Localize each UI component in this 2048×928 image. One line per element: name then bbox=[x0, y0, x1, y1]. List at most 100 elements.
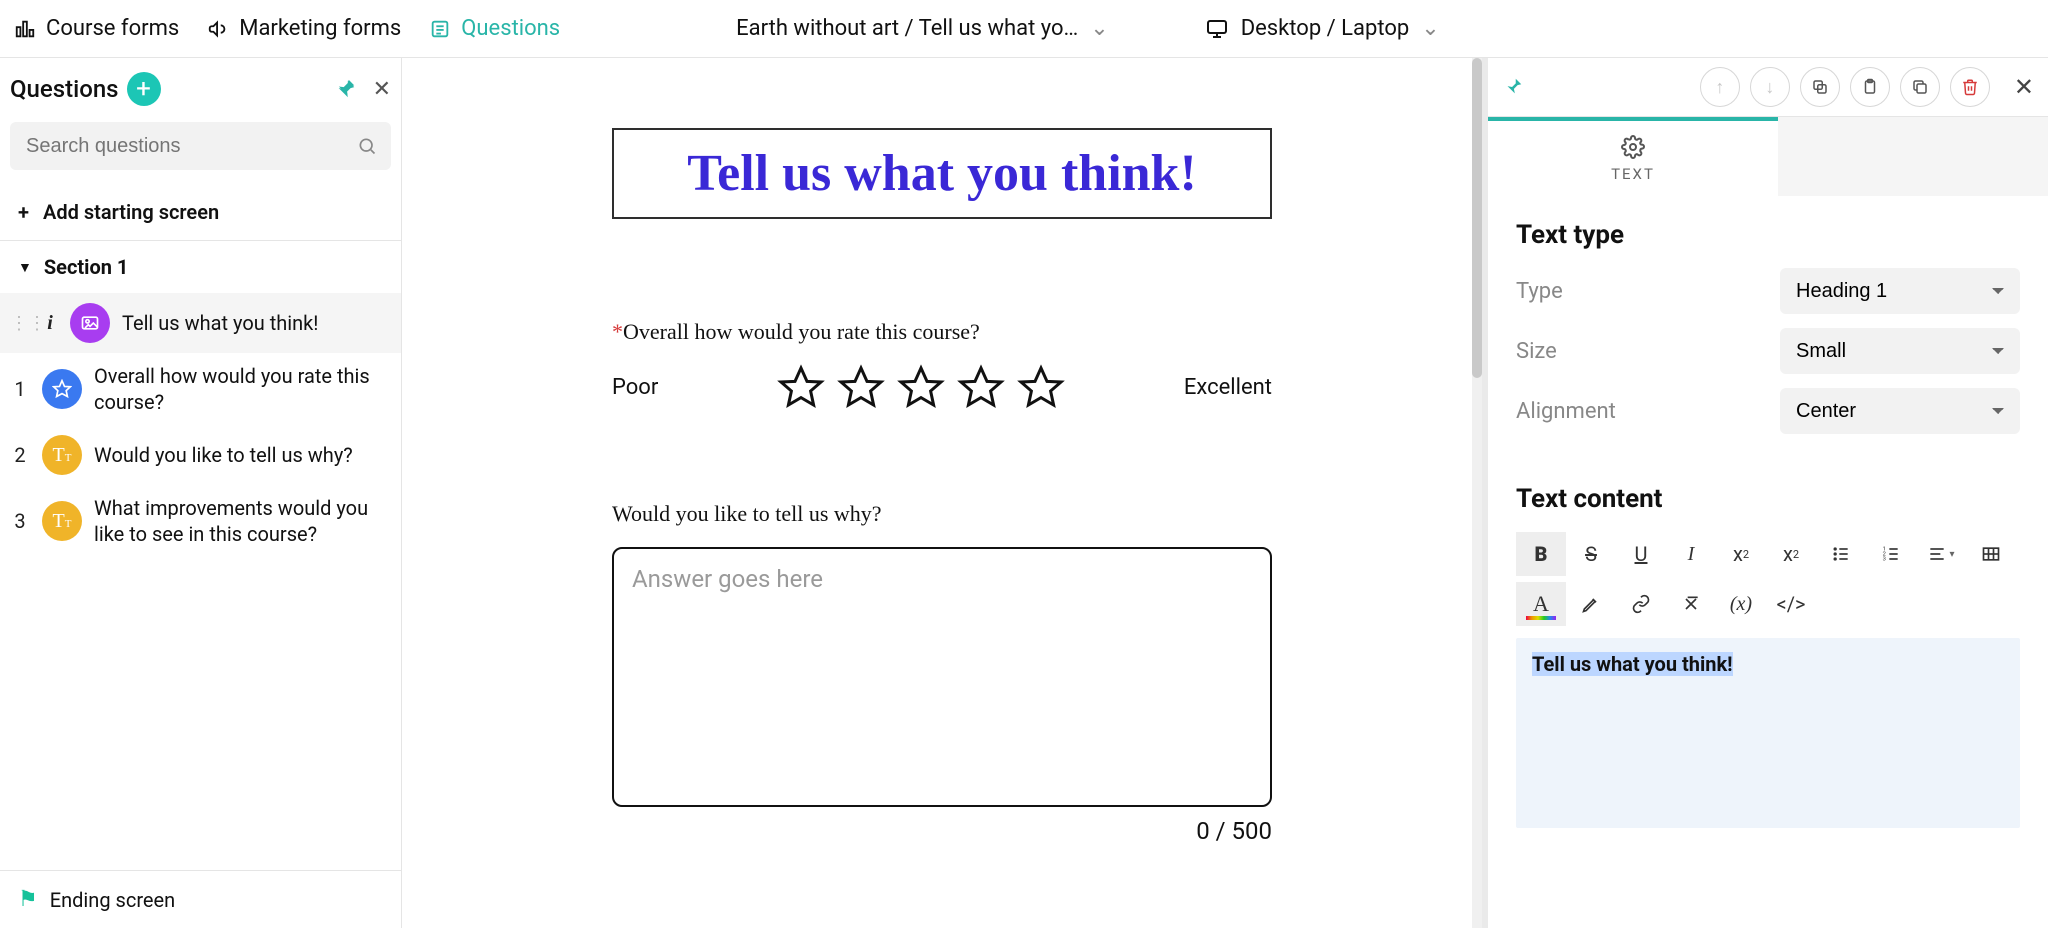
item-number: 1 bbox=[10, 377, 30, 401]
star-icon[interactable] bbox=[897, 363, 945, 411]
code-button[interactable]: </> bbox=[1766, 582, 1816, 626]
highlight-button[interactable] bbox=[1566, 582, 1616, 626]
megaphone-icon bbox=[207, 18, 229, 40]
rating-low-label: Poor bbox=[612, 375, 658, 400]
superscript-button[interactable]: x2 bbox=[1716, 532, 1766, 576]
list-item-label: Overall how would you rate this course? bbox=[94, 363, 389, 415]
star-icon[interactable] bbox=[1017, 363, 1065, 411]
item-number: 3 bbox=[10, 509, 30, 533]
list-item[interactable]: 3 TT What improvements would you like to… bbox=[0, 485, 401, 557]
triangle-down-icon: ▼ bbox=[18, 259, 32, 276]
star-rating[interactable] bbox=[777, 363, 1065, 411]
image-chip-icon bbox=[70, 303, 110, 343]
table-button[interactable] bbox=[1966, 532, 2016, 576]
add-starting-label: Add starting screen bbox=[43, 200, 219, 224]
close-icon[interactable]: ✕ bbox=[373, 77, 391, 102]
bullet-list-button[interactable] bbox=[1816, 532, 1866, 576]
number-list-button[interactable]: 123 bbox=[1866, 532, 1916, 576]
strike-button[interactable]: S bbox=[1566, 532, 1616, 576]
italic-button[interactable]: I bbox=[1666, 532, 1716, 576]
tab-blank bbox=[1778, 117, 2048, 196]
item-number: 2 bbox=[10, 443, 30, 467]
section-header[interactable]: ▼ Section 1 bbox=[0, 241, 401, 293]
align-label: Alignment bbox=[1516, 399, 1616, 424]
type-label: Type bbox=[1516, 279, 1563, 304]
search-input[interactable] bbox=[24, 134, 357, 159]
chevron-down-icon: ⌄ bbox=[1090, 16, 1108, 41]
subscript-button[interactable]: x2 bbox=[1766, 532, 1816, 576]
desktop-icon bbox=[1205, 17, 1229, 41]
pin-icon[interactable] bbox=[335, 78, 357, 100]
text-color-button[interactable]: A bbox=[1516, 582, 1566, 626]
canvas: Tell us what you think! *Overall how wou… bbox=[402, 58, 1488, 928]
answer-placeholder: Answer goes here bbox=[632, 565, 823, 593]
move-down-button[interactable]: ↓ bbox=[1750, 67, 1790, 107]
question-2-label: Would you like to tell us why? bbox=[612, 501, 1272, 527]
ending-label: Ending screen bbox=[50, 888, 175, 912]
close-icon[interactable]: ✕ bbox=[2014, 73, 2034, 101]
drag-handle-icon[interactable]: ⋮⋮ bbox=[10, 313, 30, 334]
list-icon bbox=[429, 18, 451, 40]
list-item[interactable]: ⋮⋮ i Tell us what you think! bbox=[0, 293, 401, 353]
paste-button[interactable] bbox=[1850, 67, 1890, 107]
bar-chart-icon bbox=[14, 18, 36, 40]
text-chip-icon: TT bbox=[42, 501, 82, 541]
search-input-wrap[interactable] bbox=[10, 122, 391, 170]
clear-format-button[interactable] bbox=[1666, 582, 1716, 626]
star-icon[interactable] bbox=[837, 363, 885, 411]
underline-button[interactable]: U bbox=[1616, 532, 1666, 576]
heading-block[interactable]: Tell us what you think! bbox=[612, 128, 1272, 219]
tab-text[interactable]: TEXT bbox=[1488, 117, 1778, 196]
scrollbar-thumb[interactable] bbox=[1472, 58, 1482, 378]
device-selector[interactable]: Desktop / Laptop ⌄ bbox=[1205, 16, 1440, 41]
nav-course-forms-label: Course forms bbox=[46, 16, 179, 41]
nav-marketing-forms-label: Marketing forms bbox=[239, 16, 401, 41]
bold-button[interactable]: B bbox=[1516, 532, 1566, 576]
question-1-label: *Overall how would you rate this course? bbox=[612, 319, 1272, 345]
text-content-heading: Text content bbox=[1516, 484, 2020, 514]
link-button[interactable] bbox=[1616, 582, 1666, 626]
ending-screen[interactable]: ⚑ Ending screen bbox=[0, 870, 401, 928]
copy-button[interactable] bbox=[1800, 67, 1840, 107]
tab-text-label: TEXT bbox=[1611, 165, 1655, 183]
delete-button[interactable] bbox=[1950, 67, 1990, 107]
size-label: Size bbox=[1516, 339, 1557, 364]
pin-icon[interactable] bbox=[1502, 76, 1524, 98]
star-icon[interactable] bbox=[777, 363, 825, 411]
nav-marketing-forms[interactable]: Marketing forms bbox=[207, 16, 401, 41]
variable-button[interactable]: (x) bbox=[1716, 582, 1766, 626]
editor-toolbar: B S U I x2 x2 123 ▾ A bbox=[1516, 532, 2020, 626]
properties-panel: ↑ ↓ ✕ TEXT Text type bbox=[1488, 58, 2048, 928]
char-count: 0 / 500 bbox=[612, 817, 1272, 845]
info-icon[interactable]: i bbox=[42, 312, 58, 335]
move-up-button[interactable]: ↑ bbox=[1700, 67, 1740, 107]
text-type-heading: Text type bbox=[1516, 220, 2020, 250]
answer-textarea[interactable]: Answer goes here bbox=[612, 547, 1272, 807]
text-chip-icon: TT bbox=[42, 435, 82, 475]
add-question-button[interactable]: + bbox=[127, 72, 161, 106]
add-starting-screen[interactable]: + Add starting screen bbox=[0, 184, 401, 240]
nav-course-forms[interactable]: Course forms bbox=[14, 16, 179, 41]
list-item-label: Would you like to tell us why? bbox=[94, 442, 389, 468]
heading-text: Tell us what you think! bbox=[687, 145, 1197, 202]
list-item[interactable]: 1 Overall how would you rate this course… bbox=[0, 353, 401, 425]
list-item[interactable]: 2 TT Would you like to tell us why? bbox=[0, 425, 401, 485]
duplicate-button[interactable] bbox=[1900, 67, 1940, 107]
sidebar: Questions + ✕ + Add starting screen ▼ Se… bbox=[0, 58, 402, 928]
flag-icon: ⚑ bbox=[18, 887, 38, 912]
content-editor[interactable]: Tell us what you think! bbox=[1516, 638, 2020, 828]
required-mark: * bbox=[612, 319, 623, 344]
editor-content: Tell us what you think! bbox=[1532, 652, 1733, 676]
nav-questions[interactable]: Questions bbox=[429, 16, 560, 41]
align-button[interactable]: ▾ bbox=[1916, 532, 1966, 576]
align-select[interactable]: Center bbox=[1780, 388, 2020, 434]
breadcrumb-selector[interactable]: Earth without art / Tell us what yo… ⌄ bbox=[736, 16, 1109, 41]
star-icon[interactable] bbox=[957, 363, 1005, 411]
type-select[interactable]: Heading 1 bbox=[1780, 268, 2020, 314]
breadcrumb: Earth without art / Tell us what yo… bbox=[736, 16, 1078, 41]
size-select[interactable]: Small bbox=[1780, 328, 2020, 374]
list-item-label: Tell us what you think! bbox=[122, 310, 389, 336]
section-label: Section 1 bbox=[44, 255, 129, 279]
gear-icon bbox=[1621, 135, 1645, 159]
svg-text:3: 3 bbox=[1883, 557, 1886, 563]
